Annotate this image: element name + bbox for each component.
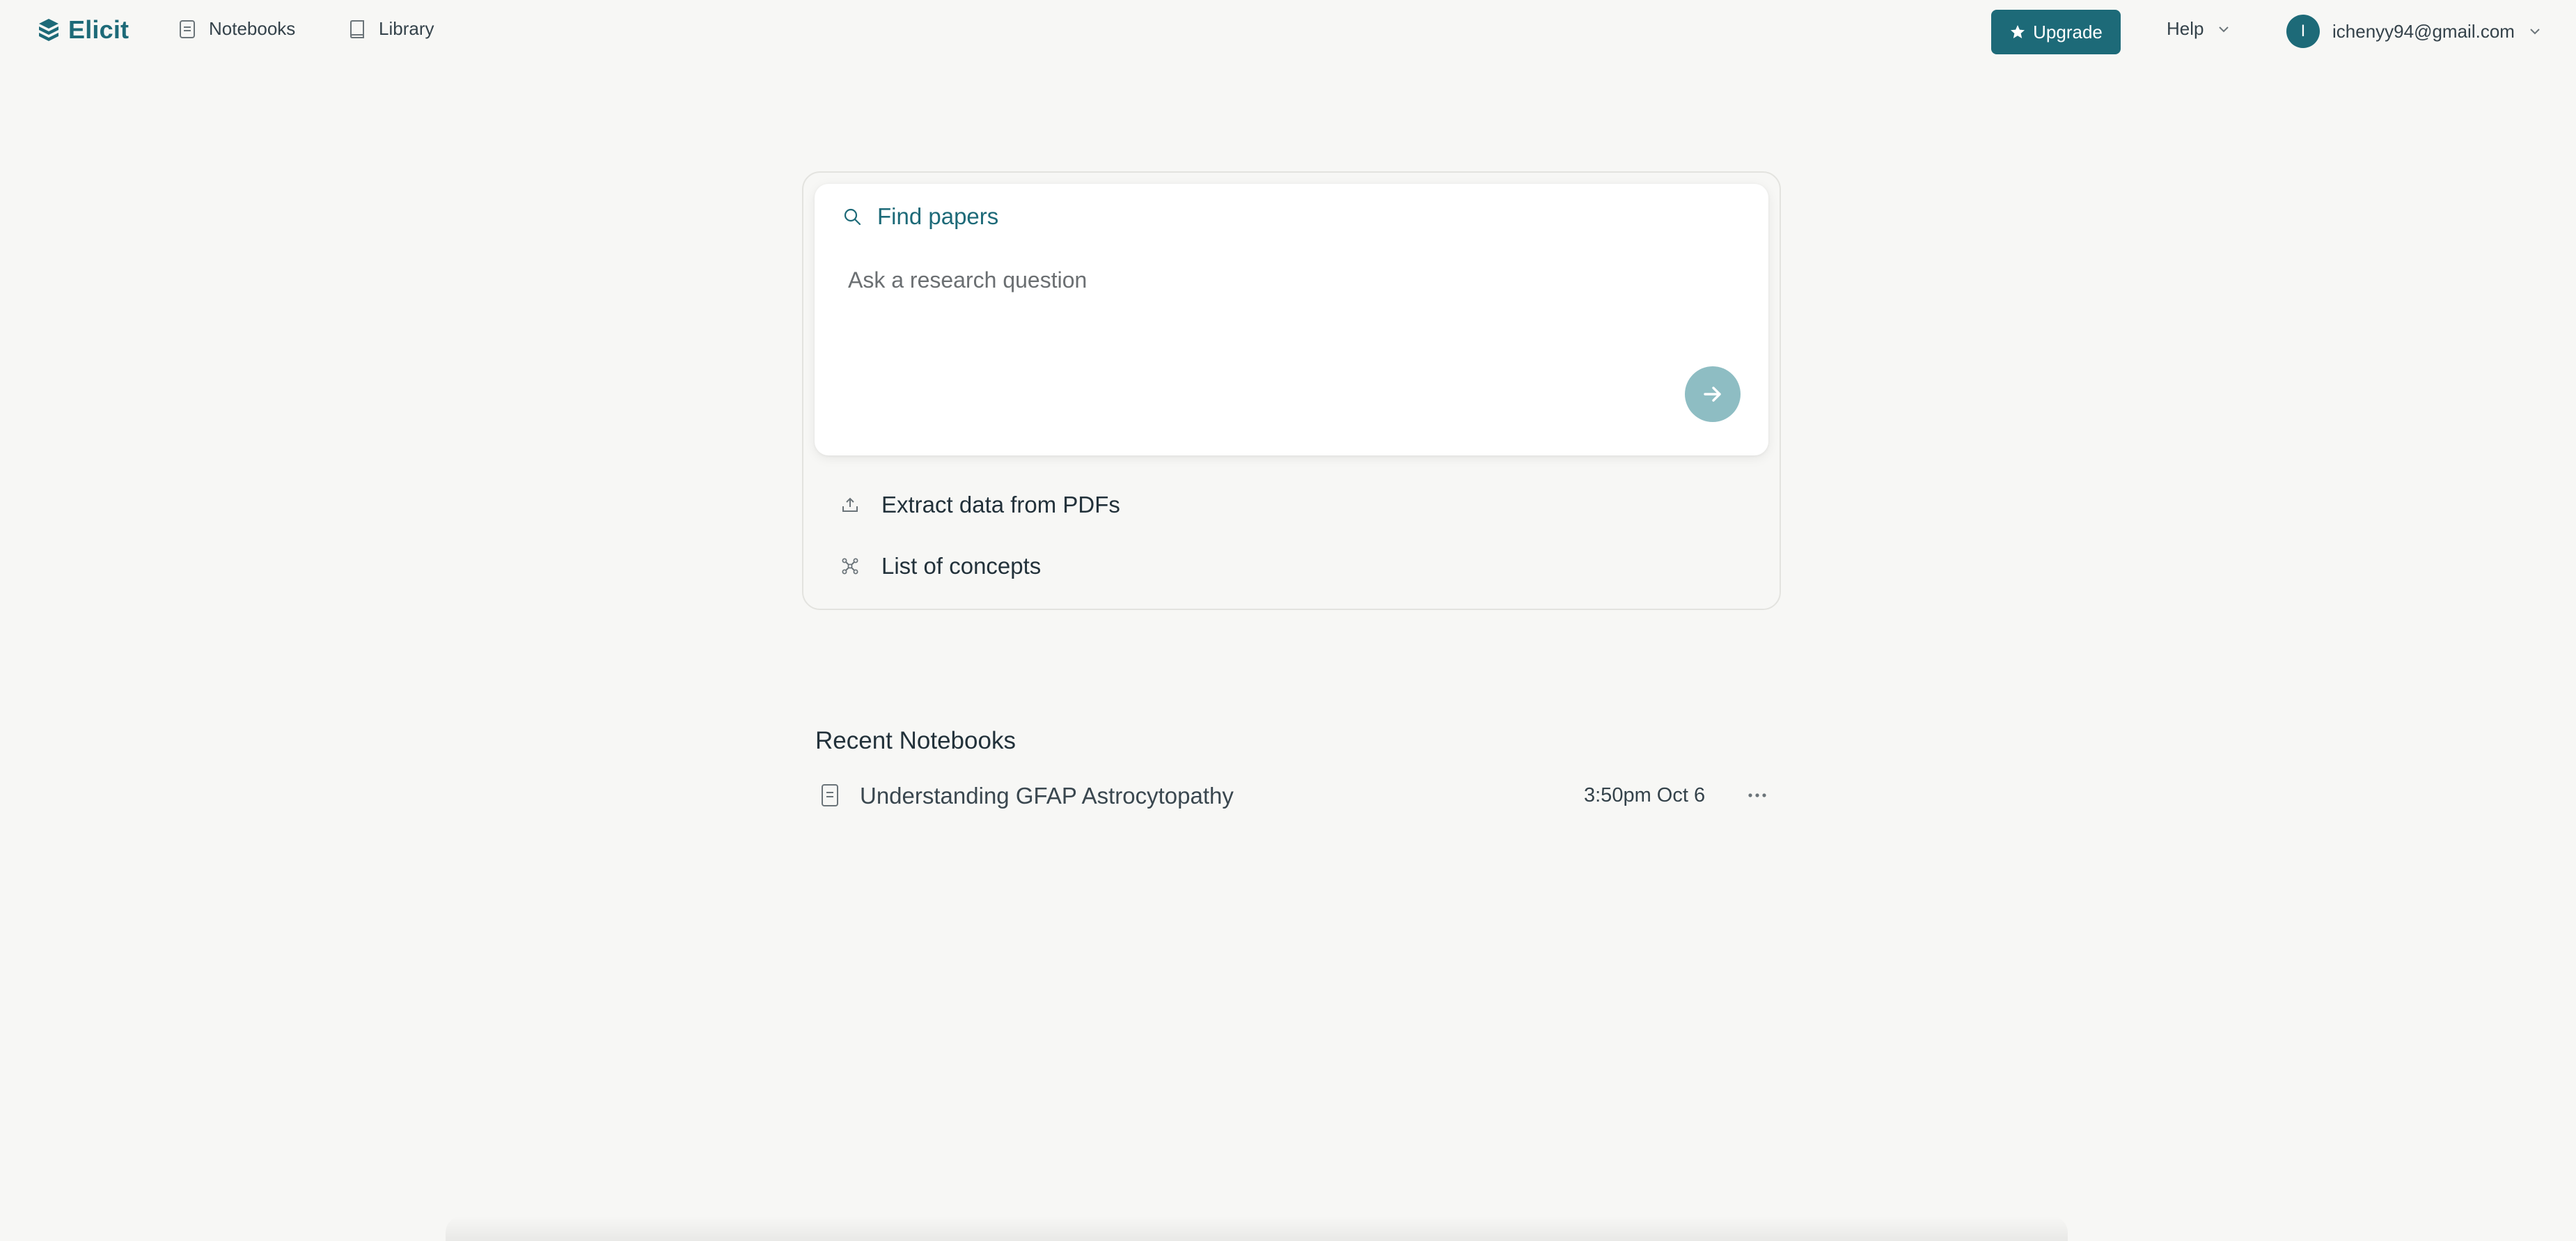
book-icon xyxy=(350,19,364,38)
notebook-more-button[interactable] xyxy=(1742,781,1773,809)
research-question-input[interactable] xyxy=(848,267,1732,351)
nav-notebooks[interactable]: Notebooks xyxy=(178,18,295,40)
upgrade-label: Upgrade xyxy=(2033,21,2103,42)
search-icon xyxy=(844,208,861,226)
elicit-logo-icon xyxy=(39,19,58,41)
arrow-right-icon xyxy=(1704,387,1721,402)
notebook-timestamp: 3:50pm Oct 6 xyxy=(1584,784,1706,806)
chevron-down-icon xyxy=(2530,29,2540,35)
notebook-icon xyxy=(180,19,195,38)
list-of-concepts-option[interactable]: List of concepts xyxy=(841,553,1041,579)
app-name: Elicit xyxy=(68,15,129,44)
search-card: Find papers xyxy=(815,184,1768,455)
nav-library-label: Library xyxy=(379,18,434,39)
help-label: Help xyxy=(2167,18,2204,39)
elicit-logo-link[interactable]: Elicit xyxy=(38,15,129,45)
concepts-icon xyxy=(842,558,858,575)
bottom-shadow xyxy=(446,1216,2068,1241)
notebook-icon xyxy=(822,784,838,806)
help-menu[interactable]: Help xyxy=(2167,18,2231,40)
top-navigation: Elicit Notebooks Library Upgrade Help I … xyxy=(0,0,2576,64)
notebook-title: Understanding GFAP Astrocytopathy xyxy=(860,783,1234,809)
chevron-down-icon xyxy=(2219,26,2229,32)
notebook-row[interactable]: Understanding GFAP Astrocytopathy 3:50pm… xyxy=(813,774,1773,818)
recent-notebooks-heading: Recent Notebooks xyxy=(815,727,1016,754)
search-panel: Find papers Extract data from PDFs xyxy=(802,171,1781,610)
nav-library[interactable]: Library xyxy=(348,18,434,40)
upload-icon xyxy=(842,497,858,512)
search-mode-label: Find papers xyxy=(877,203,999,229)
find-papers-mode[interactable]: Find papers xyxy=(842,203,998,230)
more-icon xyxy=(1748,793,1766,797)
account-menu[interactable]: I ichenyy94@gmail.com xyxy=(2286,15,2543,48)
avatar: I xyxy=(2286,15,2320,48)
list-of-concepts-label: List of concepts xyxy=(881,553,1042,579)
star-icon xyxy=(2011,25,2025,38)
extract-data-option[interactable]: Extract data from PDFs xyxy=(841,492,1120,518)
account-email: ichenyy94@gmail.com xyxy=(2332,20,2515,42)
extract-data-label: Extract data from PDFs xyxy=(881,492,1120,517)
submit-button[interactable] xyxy=(1685,366,1741,422)
nav-notebooks-label: Notebooks xyxy=(209,18,296,39)
upgrade-button[interactable]: Upgrade xyxy=(1991,10,2121,54)
